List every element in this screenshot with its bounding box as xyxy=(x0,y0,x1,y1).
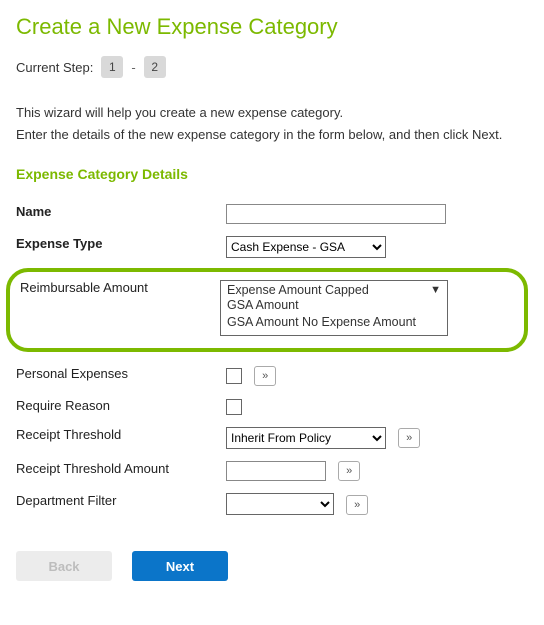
form-table: Name Expense Type Cash Expense - GSA Rei… xyxy=(16,198,528,521)
step-indicator: Current Step: 1 - 2 xyxy=(16,56,528,78)
intro-line-2: Enter the details of the new expense cat… xyxy=(16,126,528,144)
name-input[interactable] xyxy=(226,204,446,224)
chevron-down-icon[interactable]: ▼ xyxy=(430,284,441,296)
reimbursable-option-0[interactable]: Expense Amount Capped xyxy=(227,283,369,297)
require-reason-label: Require Reason xyxy=(16,392,226,421)
receipt-threshold-label: Receipt Threshold xyxy=(16,421,226,455)
require-reason-checkbox[interactable] xyxy=(226,399,242,415)
intro-line-1: This wizard will help you create a new e… xyxy=(16,104,528,122)
step-label: Current Step: xyxy=(16,60,93,75)
reimbursable-option-1[interactable]: GSA Amount xyxy=(227,297,441,314)
receipt-threshold-amount-label: Receipt Threshold Amount xyxy=(16,455,226,488)
receipt-threshold-more-button[interactable]: » xyxy=(398,428,420,448)
reimbursable-highlight: Reimbursable Amount Expense Amount Cappe… xyxy=(6,268,528,352)
step-1[interactable]: 1 xyxy=(101,56,123,78)
reimbursable-label: Reimbursable Amount xyxy=(10,274,220,342)
name-label: Name xyxy=(16,198,226,230)
department-filter-select[interactable] xyxy=(226,493,334,515)
department-filter-label: Department Filter xyxy=(16,487,226,521)
personal-expenses-label: Personal Expenses xyxy=(16,360,226,392)
department-filter-more-button[interactable]: » xyxy=(346,495,368,515)
personal-expenses-checkbox[interactable] xyxy=(226,368,242,384)
receipt-threshold-amount-more-button[interactable]: » xyxy=(338,461,360,481)
expense-type-select[interactable]: Cash Expense - GSA xyxy=(226,236,386,258)
receipt-threshold-select[interactable]: Inherit From Policy xyxy=(226,427,386,449)
expense-type-label: Expense Type xyxy=(16,230,226,264)
page-title: Create a New Expense Category xyxy=(16,14,528,40)
intro-text: This wizard will help you create a new e… xyxy=(16,104,528,144)
next-button[interactable]: Next xyxy=(132,551,228,581)
reimbursable-select[interactable]: Expense Amount Capped ▼ GSA Amount GSA A… xyxy=(220,280,448,336)
step-sep: - xyxy=(131,60,135,75)
section-title: Expense Category Details xyxy=(16,166,528,182)
receipt-threshold-amount-input[interactable] xyxy=(226,461,326,481)
step-2[interactable]: 2 xyxy=(144,56,166,78)
personal-expenses-more-button[interactable]: » xyxy=(254,366,276,386)
reimbursable-option-2[interactable]: GSA Amount No Expense Amount xyxy=(227,314,441,331)
back-button[interactable]: Back xyxy=(16,551,112,581)
